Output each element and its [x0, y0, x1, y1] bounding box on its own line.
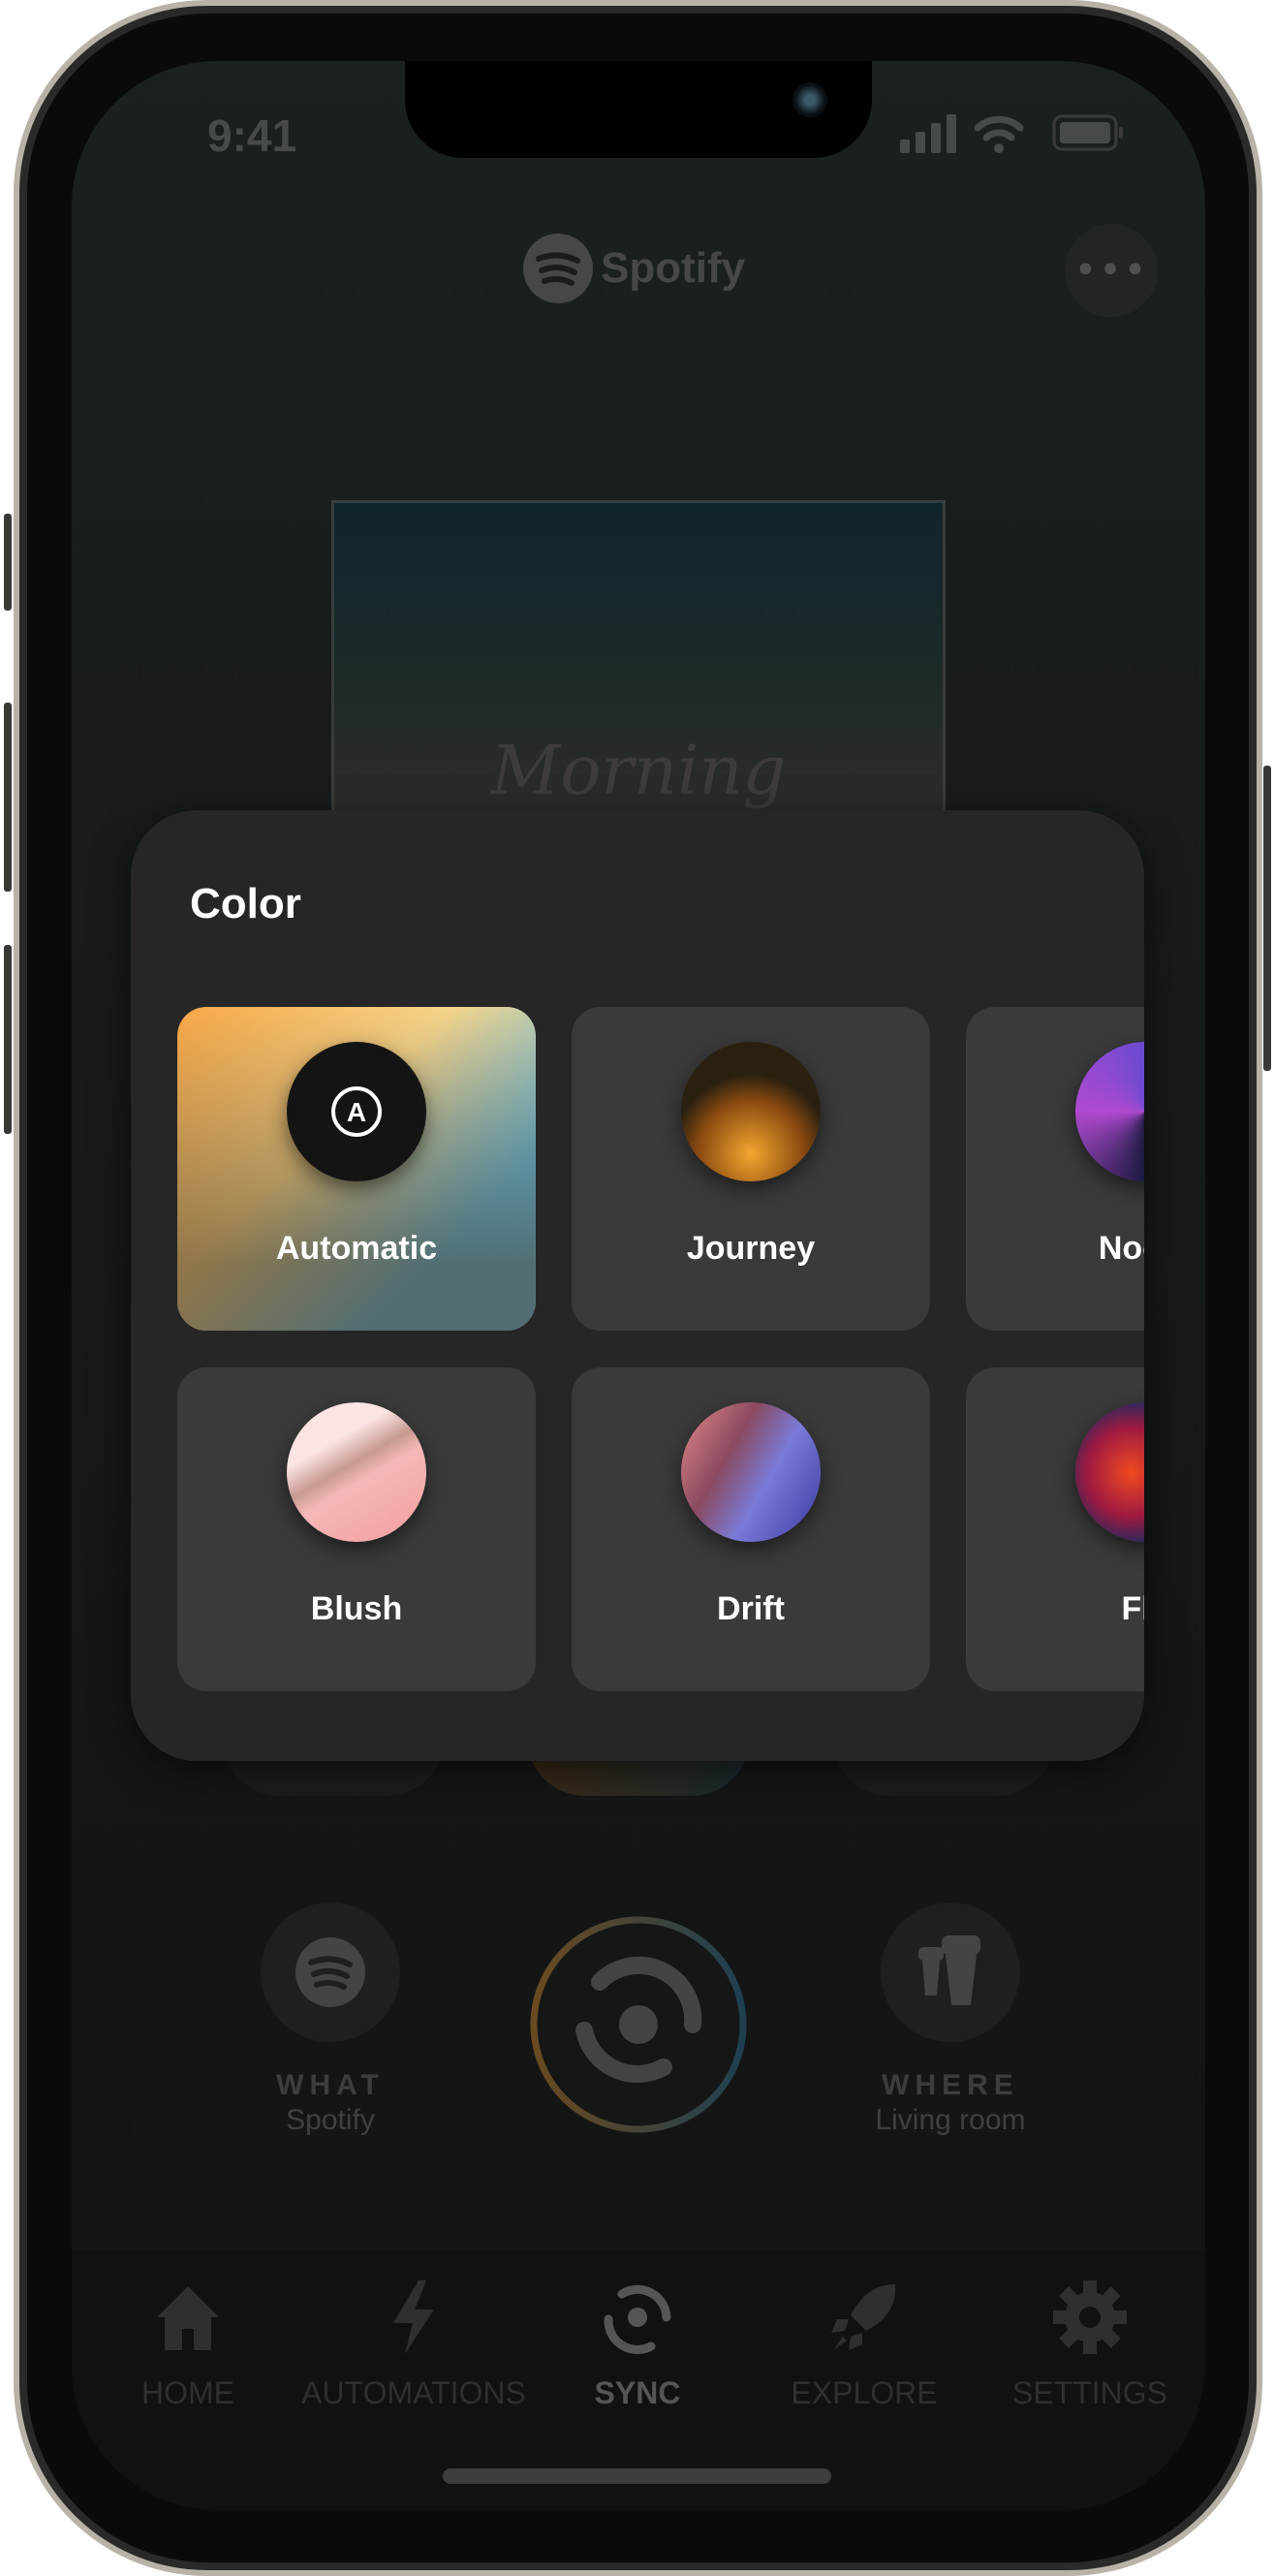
sync-control-card: WHAT Spotify WHERE Living room — [131, 1858, 1147, 2181]
home-indicator[interactable] — [443, 2468, 831, 2484]
sync-icon — [604, 2284, 671, 2354]
panel-title: Color — [190, 880, 301, 927]
letter-a-icon: A — [331, 1086, 382, 1137]
automatic-swatch: A — [287, 1042, 426, 1181]
what-title: WHAT — [276, 2069, 385, 2101]
color-panel: Color A Automatic Journey Noctu Blush Dr… — [131, 810, 1144, 1761]
volume-down-button — [4, 945, 12, 1134]
lights-icon — [918, 1935, 980, 2005]
brand-name: Spotify — [601, 244, 746, 292]
volume-up-button — [4, 703, 12, 892]
color-option-automatic[interactable]: A Automatic — [177, 1007, 536, 1331]
camera — [792, 82, 827, 117]
sync-toggle-button[interactable] — [528, 1914, 749, 2135]
tab-automations[interactable]: AUTOMATIONS — [297, 2278, 530, 2411]
wifi-icon — [974, 115, 1024, 153]
album-title: Morning — [490, 731, 787, 810]
home-icon — [157, 2286, 219, 2350]
blush-swatch — [287, 1402, 426, 1542]
signal-icon — [900, 114, 956, 153]
spotify-icon — [295, 1937, 365, 2007]
tab-label: AUTOMATIONS — [301, 2375, 526, 2410]
nocturne-swatch — [1075, 1042, 1144, 1181]
option-label: Fla — [1121, 1590, 1144, 1627]
color-option-flare[interactable]: Fla — [966, 1367, 1144, 1691]
drift-swatch — [681, 1402, 821, 1542]
gear-icon — [1053, 2280, 1127, 2354]
option-label: Noctu — [1098, 1230, 1144, 1267]
what-button[interactable] — [261, 1902, 400, 2042]
color-option-nocturne[interactable]: Noctu — [966, 1007, 1144, 1331]
color-option-drift[interactable]: Drift — [572, 1367, 930, 1691]
journey-swatch — [681, 1042, 821, 1181]
option-label: Journey — [686, 1230, 816, 1267]
sync-icon — [530, 1916, 747, 2133]
tab-home[interactable]: HOME — [72, 2278, 304, 2411]
battery-icon — [1052, 114, 1123, 151]
spotify-logo: Spotify — [523, 234, 745, 303]
color-option-journey[interactable]: Journey — [572, 1007, 930, 1331]
where-title: WHERE — [882, 2069, 1019, 2101]
power-button — [1263, 766, 1271, 1071]
option-label: Automatic — [275, 1230, 438, 1267]
notch — [405, 61, 872, 158]
tab-settings[interactable]: SETTINGS — [974, 2278, 1205, 2411]
tab-label: EXPLORE — [791, 2375, 938, 2410]
svg-text:A: A — [347, 1097, 366, 1127]
flare-swatch — [1075, 1402, 1144, 1542]
where-button[interactable] — [881, 1902, 1020, 2042]
album-art: Morning — [331, 500, 946, 820]
tab-sync[interactable]: SYNC — [521, 2278, 754, 2411]
where-value: Living room — [875, 2104, 1026, 2136]
lightning-icon — [393, 2280, 434, 2354]
mute-switch — [4, 514, 12, 611]
status-time: 9:41 — [207, 110, 297, 161]
spotify-icon — [523, 234, 593, 303]
tab-label: SYNC — [594, 2375, 681, 2410]
option-label: Drift — [717, 1590, 785, 1627]
tab-label: SETTINGS — [1011, 2375, 1167, 2410]
color-option-blush[interactable]: Blush — [177, 1367, 536, 1691]
rocket-icon — [831, 2284, 896, 2350]
more-button[interactable]: ••• — [1065, 224, 1158, 317]
tab-label: HOME — [141, 2375, 234, 2410]
option-label: Blush — [310, 1590, 403, 1627]
tab-explore[interactable]: EXPLORE — [748, 2278, 980, 2411]
ellipsis-icon: ••• — [1073, 248, 1149, 293]
what-value: Spotify — [286, 2104, 375, 2136]
screen: 9:41 Spotify ••• Morning Color A Automat… — [72, 61, 1205, 2510]
